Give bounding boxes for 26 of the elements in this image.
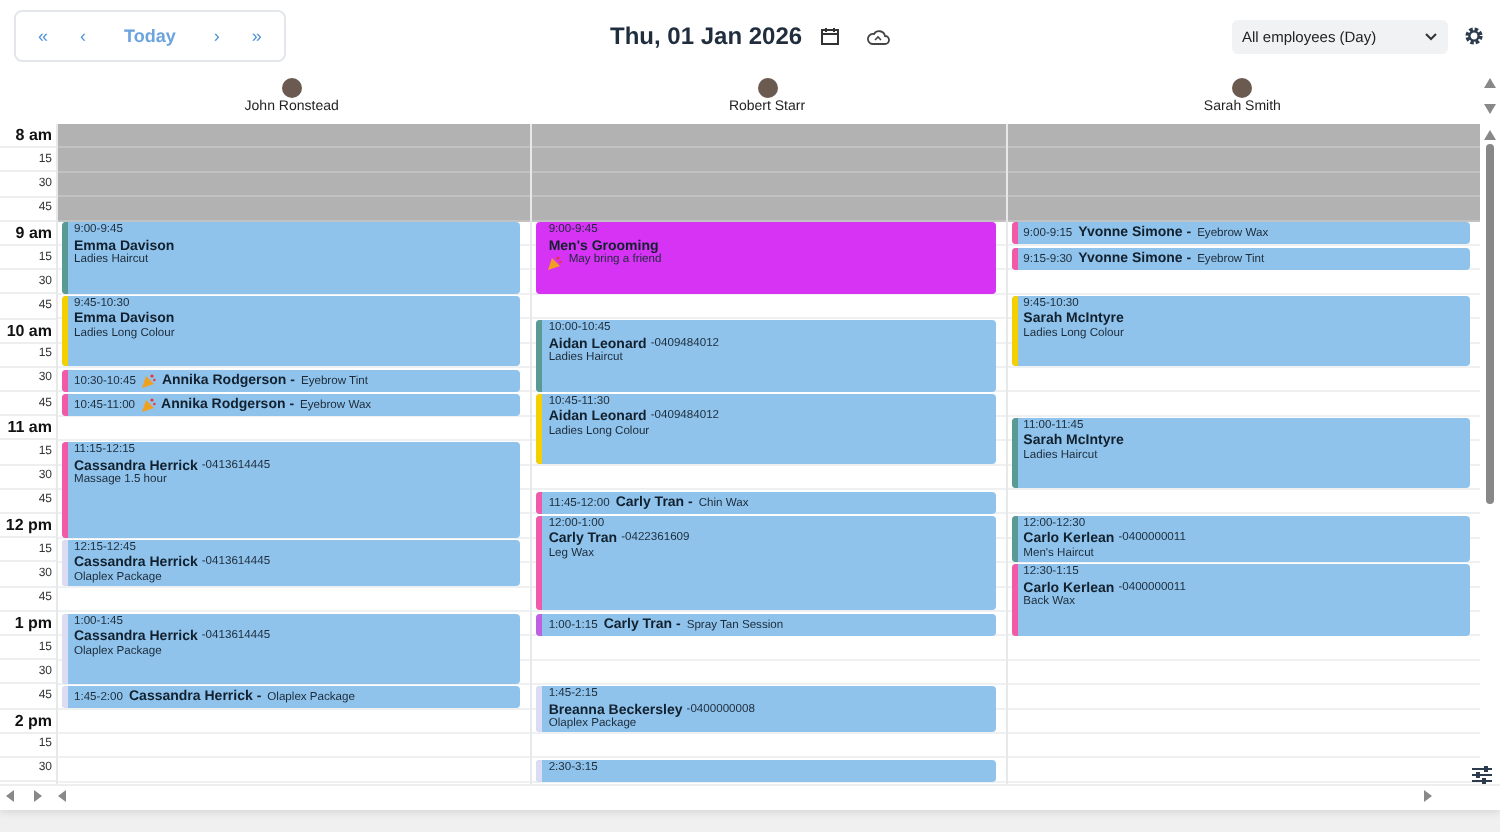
calendar-icon[interactable] xyxy=(820,26,841,46)
avatar xyxy=(281,78,302,98)
scroll-up-icon[interactable] xyxy=(1484,78,1497,88)
time-label: 9 am xyxy=(15,223,52,242)
scrollbar-thumb[interactable] xyxy=(1485,144,1494,504)
cloud-icon[interactable] xyxy=(866,27,891,45)
sliders-icon[interactable] xyxy=(1472,766,1492,784)
scroll-left-icon[interactable] xyxy=(6,790,14,802)
scroll-right-icon[interactable] xyxy=(1424,790,1432,802)
scroll-up-icon[interactable] xyxy=(1483,130,1496,140)
avatar xyxy=(757,78,777,98)
time-label: 11 am xyxy=(7,418,52,437)
first-page-button[interactable]: « xyxy=(24,16,63,56)
last-page-button[interactable]: » xyxy=(237,16,276,56)
time-label: 2 pm xyxy=(14,711,52,730)
chevron-down-icon xyxy=(1424,31,1438,41)
time-label: 8 am xyxy=(15,126,52,145)
scroll-left-icon[interactable] xyxy=(58,790,66,802)
avatar xyxy=(1232,78,1253,98)
time-label: 1 pm xyxy=(14,613,52,632)
time-label: 10 am xyxy=(6,321,52,340)
scroll-right-icon[interactable] xyxy=(34,790,42,802)
settings-icon[interactable] xyxy=(1464,26,1484,46)
date-title: Thu, 01 Jan 2026 xyxy=(610,22,803,50)
time-label: 12 pm xyxy=(5,516,52,535)
scroll-down-icon[interactable] xyxy=(1484,104,1497,114)
